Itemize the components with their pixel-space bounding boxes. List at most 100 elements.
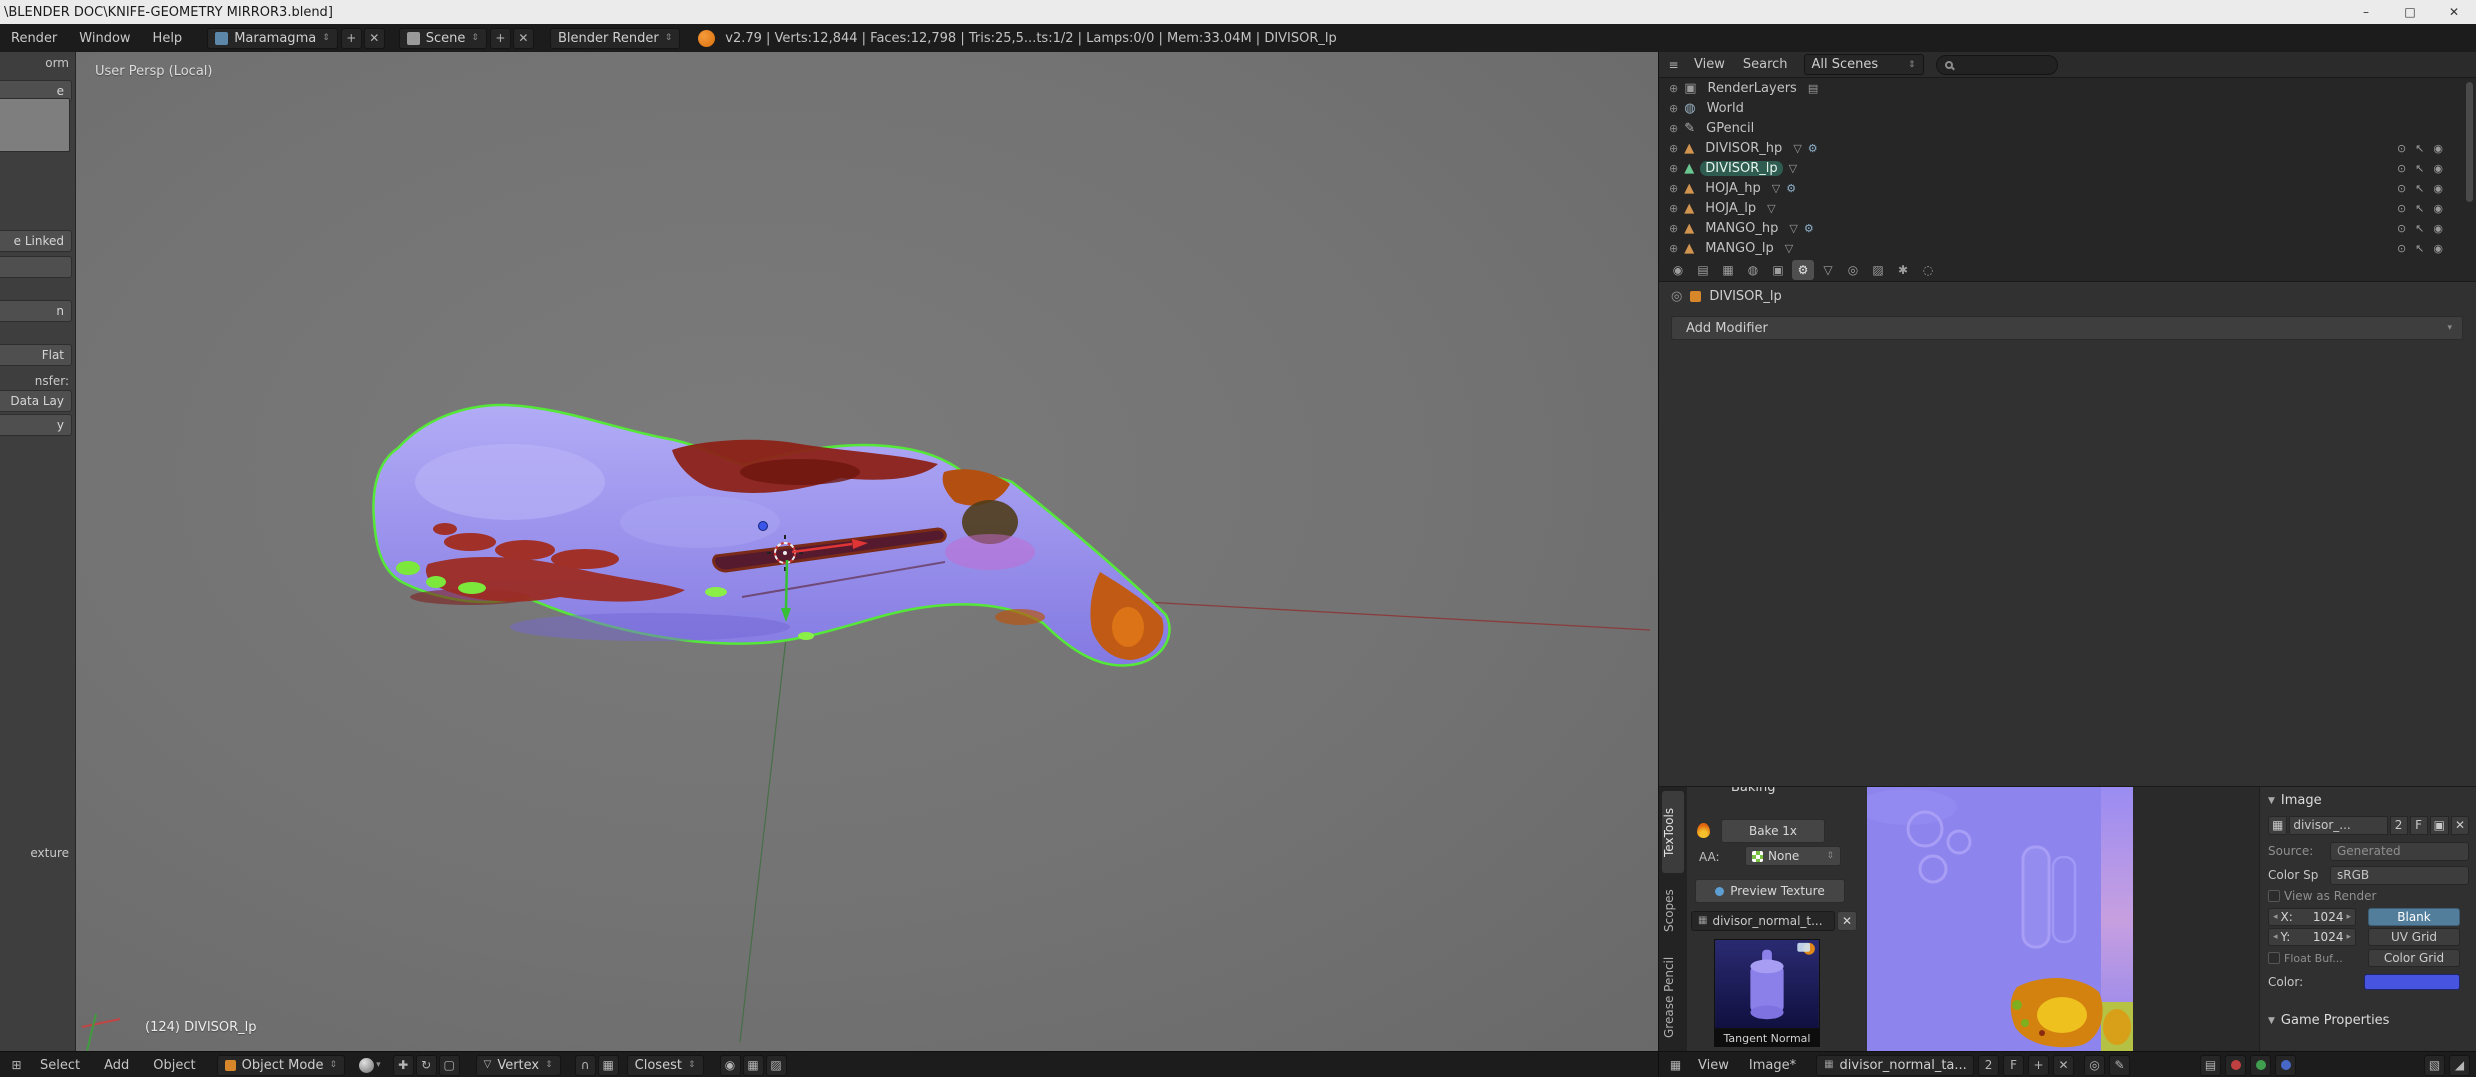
source-dropdown[interactable]: Generated	[2330, 842, 2469, 861]
select-arrow-icon[interactable]: ↖	[2415, 243, 2424, 254]
shelf-button-data-layout[interactable]: Data Lay	[0, 390, 72, 412]
snap-element-dropdown[interactable]: ▽ Vertex ⇕	[476, 1055, 561, 1076]
select-arrow-icon[interactable]: ↖	[2415, 143, 2424, 154]
game-properties-header[interactable]: ▼ Game Properties	[2268, 1013, 2469, 1028]
generated-type-blank-button[interactable]: Blank	[2368, 908, 2460, 926]
outliner-item-label[interactable]: World	[1702, 101, 1749, 116]
channels-rgba-icon[interactable]	[2250, 1055, 2271, 1076]
generated-type-color-grid-button[interactable]: Color Grid	[2368, 949, 2460, 967]
editor-type-icon[interactable]: ≡	[1663, 54, 1684, 75]
snap-target-dropdown[interactable]: Closest ⇕	[627, 1055, 704, 1076]
unlink-image-button[interactable]: ✕	[2053, 1055, 2074, 1076]
bake-button[interactable]: Bake 1x	[1721, 819, 1825, 843]
fullscreen-grip-icon[interactable]: ◢	[2449, 1055, 2470, 1076]
outliner-menu-search[interactable]: Search	[1735, 57, 1796, 72]
render-opengl-icon[interactable]: ◉	[720, 1055, 741, 1076]
step-left-icon[interactable]: ◂	[2273, 912, 2278, 922]
outliner-item-label[interactable]: HOJA_lp	[1700, 201, 1761, 216]
image-menu-view[interactable]: View	[1690, 1058, 1737, 1073]
manipulator-rotate-icon[interactable]: ↻	[416, 1055, 437, 1076]
side-tab-scopes[interactable]: Scopes	[1662, 879, 1684, 943]
minimize-button[interactable]: –	[2344, 0, 2388, 24]
image-name-field[interactable]: divisor_...	[2289, 816, 2387, 835]
channels-alpha-icon[interactable]	[2275, 1055, 2296, 1076]
size-y-field[interactable]: ◂ Y: 1024 ▸	[2268, 928, 2356, 946]
shelf-button-flat[interactable]: Flat	[0, 344, 72, 366]
fake-user-button[interactable]: F	[2003, 1055, 2024, 1076]
manipulator-translate-icon[interactable]: ✚	[393, 1055, 414, 1076]
channels-rgb-icon[interactable]	[2225, 1055, 2246, 1076]
color-swatch[interactable]	[2364, 974, 2460, 990]
render-settings-icon[interactable]: ▨	[766, 1055, 787, 1076]
pack-icon[interactable]: ▣	[2430, 816, 2449, 835]
outliner-row-mango-lp[interactable]: ⊕ ▲ MANGO_lp ▽ ⊙↖◉	[1659, 238, 2476, 258]
viewport-shading-icon[interactable]	[359, 1058, 374, 1073]
users-count-badge[interactable]: 2	[1978, 1055, 1999, 1076]
outliner-row-divisor-hp[interactable]: ⊕ ▲ DIVISOR_hp ▽ ⚙ ⊙↖◉	[1659, 138, 2476, 158]
aa-dropdown[interactable]: None ⇕	[1745, 846, 1841, 866]
shelf-button[interactable]: y	[0, 414, 72, 436]
outliner-scrollbar[interactable]	[2466, 82, 2473, 202]
colorspace-dropdown[interactable]: sRGB	[2330, 866, 2469, 885]
preview-texture-button[interactable]: Preview Texture	[1695, 879, 1845, 903]
maximize-button[interactable]: □	[2388, 0, 2432, 24]
shelf-button[interactable]: n	[0, 300, 72, 322]
unlink-image-button[interactable]: ✕	[2451, 816, 2469, 835]
eye-icon[interactable]: ⊙	[2397, 143, 2406, 154]
mesh-object[interactable]	[373, 405, 1169, 666]
clear-image-button[interactable]: ✕	[1837, 911, 1857, 931]
toggle-panel-icon[interactable]: ▧	[2424, 1055, 2445, 1076]
image-datablock-field[interactable]: ▦ divisor_normal_ta...	[1816, 1055, 1974, 1076]
step-right-icon[interactable]: ▸	[2346, 932, 2351, 942]
display-filter-dropdown[interactable]: All Scenes ⇕	[1804, 54, 1924, 75]
size-x-field[interactable]: ◂ X: 1024 ▸	[2268, 908, 2356, 926]
viewport-menu-object[interactable]: Object	[142, 1058, 206, 1073]
scene-selector[interactable]: Scene ⇕	[399, 28, 487, 49]
properties-tab-texture[interactable]: ▨	[1867, 260, 1889, 280]
outliner-row-mango-hp[interactable]: ⊕ ▲ MANGO_hp ▽ ⚙ ⊙↖◉	[1659, 218, 2476, 238]
generated-type-uv-grid-button[interactable]: UV Grid	[2368, 928, 2460, 946]
outliner-row-world[interactable]: ⊕ ◍ World	[1659, 98, 2476, 118]
snap-peel-icon[interactable]: ▦	[598, 1055, 619, 1076]
expand-icon[interactable]: ⊕	[1669, 243, 1678, 254]
new-image-button[interactable]: +	[2028, 1055, 2049, 1076]
render-camera-icon[interactable]: ◉	[2433, 183, 2443, 194]
properties-tab-world[interactable]: ◍	[1742, 260, 1764, 280]
render-camera-icon[interactable]: ◉	[2433, 223, 2443, 234]
eye-icon[interactable]: ⊙	[2397, 223, 2406, 234]
expand-icon[interactable]: ⊕	[1669, 143, 1678, 154]
image-menu-image[interactable]: Image*	[1741, 1058, 1804, 1073]
close-button[interactable]: ✕	[2432, 0, 2476, 24]
close-layout-button[interactable]: ✕	[364, 28, 385, 49]
render-camera-icon[interactable]: ◉	[2433, 203, 2443, 214]
image-section-header[interactable]: ▼ Image	[2268, 793, 2469, 808]
step-right-icon[interactable]: ▸	[2346, 912, 2351, 922]
menu-render[interactable]: Render	[0, 31, 68, 46]
expand-icon[interactable]: ⊕	[1669, 123, 1678, 134]
render-camera-icon[interactable]: ◉	[2433, 243, 2443, 254]
select-arrow-icon[interactable]: ↖	[2415, 203, 2424, 214]
side-tab-grease-pencil[interactable]: Grease Pencil	[1662, 949, 1684, 1045]
select-arrow-icon[interactable]: ↖	[2415, 183, 2424, 194]
eye-icon[interactable]: ⊙	[2397, 183, 2406, 194]
outliner-search-input[interactable]	[1936, 55, 2058, 75]
shelf-button-select-linked[interactable]: e Linked	[0, 230, 72, 252]
display-mode-icon[interactable]: ▤	[2200, 1055, 2221, 1076]
render-animation-icon[interactable]: ▦	[743, 1055, 764, 1076]
editor-type-icon[interactable]: ⊞	[6, 1055, 27, 1076]
properties-tab-data[interactable]: ▽	[1817, 260, 1839, 280]
expand-icon[interactable]: ⊕	[1669, 183, 1678, 194]
users-count-badge[interactable]: 2	[2390, 816, 2408, 835]
eye-icon[interactable]: ⊙	[2397, 163, 2406, 174]
outliner-item-label[interactable]: RenderLayers	[1703, 81, 1802, 96]
properties-tab-render[interactable]: ◉	[1667, 260, 1689, 280]
expand-icon[interactable]: ⊕	[1669, 103, 1678, 114]
editor-type-icon[interactable]: ▦	[1665, 1055, 1686, 1076]
mode-dropdown[interactable]: Object Mode ⇕	[217, 1055, 345, 1076]
outliner-row-renderlayers[interactable]: ⊕ ▣ RenderLayers ▤	[1659, 78, 2476, 98]
properties-tab-scene[interactable]: ▦	[1717, 260, 1739, 280]
properties-tab-material[interactable]: ◎	[1842, 260, 1864, 280]
expand-icon[interactable]: ⊕	[1669, 223, 1678, 234]
properties-tab-object[interactable]: ▣	[1767, 260, 1789, 280]
outliner-row-divisor-lp[interactable]: ⊕ ▲ DIVISOR_lp ▽ ⊙↖◉	[1659, 158, 2476, 178]
